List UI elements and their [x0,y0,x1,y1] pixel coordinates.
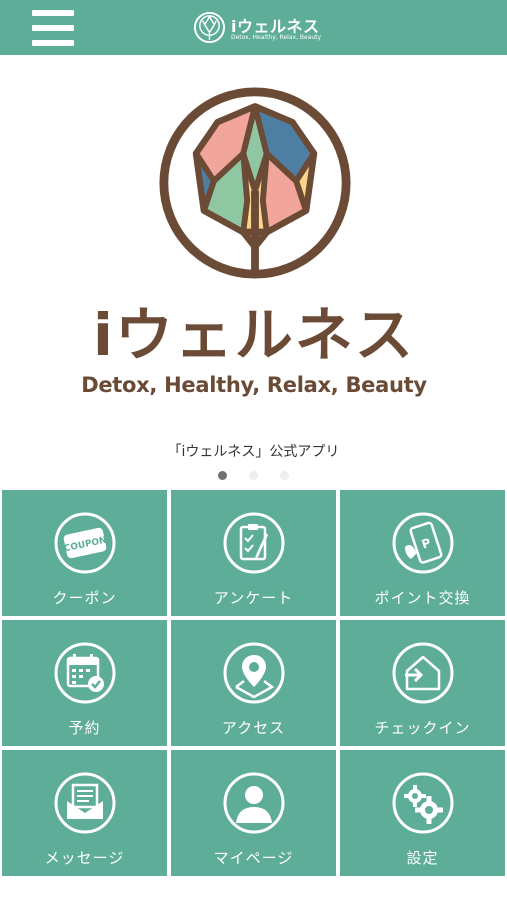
slider-pagination [0,471,507,481]
slider-caption: 「iウェルネス」公式アプリ [167,444,340,460]
app-header: iウェルネス Detox, Healthy, Relax, Beauty [0,0,507,55]
menu-bar-icon [32,25,74,31]
header-logo[interactable]: iウェルネス Detox, Healthy, Relax, Beauty [193,11,323,45]
menu-tile-label: クーポン [52,589,117,607]
menu-tile-label: マイページ [213,849,294,867]
menu-tile-reservation[interactable]: 予約 [2,620,167,746]
slider-dot-2[interactable] [249,471,258,480]
menu-tile-label: メッセージ [44,849,125,867]
hero-banner[interactable]: iウェルネス Detox, Healthy, Relax, Beauty [73,65,435,430]
message-envelope-icon [54,772,115,834]
hero-tagline: Detox, Healthy, Relax, Beauty [81,373,427,397]
menu-tile-access[interactable]: アクセス [171,620,336,746]
user-profile-icon [223,772,284,834]
menu-grid: COUPON クーポン アンケート P ポイント交換 予約 アクセス チェックイ… [0,490,507,878]
slider-dot-3[interactable] [280,471,289,480]
map-pin-icon [223,642,284,704]
menu-tile-mypage[interactable]: マイページ [171,750,336,876]
point-exchange-phone-icon: P [392,512,453,574]
menu-tile-coupon[interactable]: COUPON クーポン [2,490,167,616]
tree-emblem-logo [159,87,351,279]
settings-gears-icon [392,772,453,834]
survey-clipboard-icon [223,512,284,574]
menu-tile-label: ポイント交換 [374,589,471,607]
menu-tile-label: アンケート [213,589,294,607]
calendar-reservation-icon [54,642,115,704]
menu-bar-icon [32,40,74,46]
hamburger-menu-button[interactable] [32,10,74,46]
menu-bar-icon [32,10,74,16]
hero-title: iウェルネス [93,301,415,369]
slider-dot-1[interactable] [218,471,227,480]
menu-tile-label: チェックイン [374,719,471,737]
menu-tile-settings[interactable]: 設定 [340,750,505,876]
coupon-icon: COUPON [54,512,115,574]
menu-tile-point-exchange[interactable]: P ポイント交換 [340,490,505,616]
menu-tile-checkin[interactable]: チェックイン [340,620,505,746]
menu-tile-message[interactable]: メッセージ [2,750,167,876]
header-subtitle: Detox, Healthy, Relax, Beauty [231,34,322,41]
menu-tile-survey[interactable]: アンケート [171,490,336,616]
menu-tile-label: 設定 [406,849,439,867]
checkin-door-icon [392,642,453,704]
tree-logo-icon [193,11,226,44]
menu-tile-label: アクセス [221,719,286,737]
point-badge-text: P [419,536,432,552]
menu-tile-label: 予約 [68,719,101,737]
